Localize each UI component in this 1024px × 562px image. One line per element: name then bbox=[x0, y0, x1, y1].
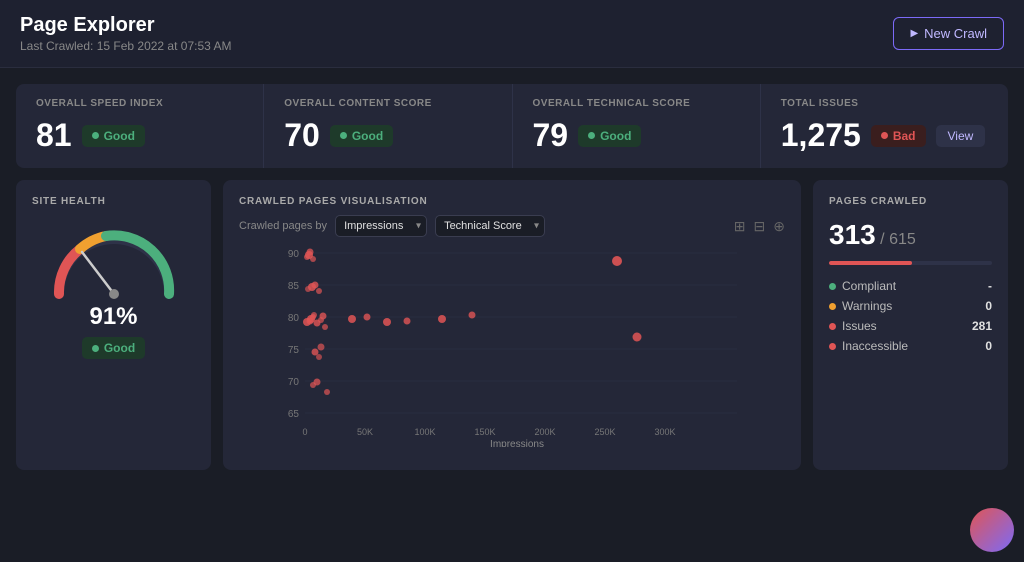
metric-technical-badge: Good bbox=[578, 125, 641, 147]
gauge-percent: 91% bbox=[89, 303, 137, 331]
metric-content-label: OVERALL CONTENT SCORE bbox=[284, 98, 491, 109]
metric-technical-label: OVERALL TECHNICAL SCORE bbox=[533, 98, 740, 109]
svg-text:80: 80 bbox=[288, 313, 300, 324]
metrics-row: OVERALL SPEED INDEX 81 Good OVERALL CONT… bbox=[16, 84, 1008, 168]
page-header: Page Explorer Last Crawled: 15 Feb 2022 … bbox=[0, 0, 1024, 68]
impressions-select-wrapper[interactable]: Impressions Clicks CTR bbox=[335, 215, 427, 237]
header-title-group: Page Explorer Last Crawled: 15 Feb 2022 … bbox=[20, 14, 231, 53]
vis-icon-group: ⊞ ⊟ ⊕ bbox=[734, 218, 785, 235]
bottom-row: SITE HEALTH 91% bbox=[16, 180, 1008, 470]
crawled-numbers: 313 / 615 bbox=[829, 219, 992, 251]
stat-inaccessible: Inaccessible 0 bbox=[829, 339, 992, 353]
svg-text:200K: 200K bbox=[534, 427, 555, 437]
inaccessible-label: Inaccessible bbox=[842, 339, 908, 353]
warnings-value: 0 bbox=[985, 299, 992, 313]
scatter-svg: 90 85 80 75 70 65 0 50K 100K 150K 200K bbox=[239, 237, 785, 447]
green-dot-icon bbox=[340, 132, 347, 139]
svg-text:65: 65 bbox=[288, 409, 300, 420]
metric-speed-badge: Good bbox=[82, 125, 145, 147]
stat-issues: Issues 281 bbox=[829, 319, 992, 333]
svg-text:Impressions: Impressions bbox=[490, 439, 544, 447]
compliant-dot-icon bbox=[829, 283, 836, 290]
svg-text:70: 70 bbox=[288, 377, 300, 388]
pages-crawled-card: PAGES CRAWLED 313 / 615 Compliant - Warn… bbox=[813, 180, 1008, 470]
new-crawl-button[interactable]: New Crawl bbox=[893, 17, 1004, 50]
compliant-label: Compliant bbox=[842, 279, 896, 293]
warnings-label: Warnings bbox=[842, 299, 892, 313]
metric-issues: TOTAL ISSUES 1,275 Bad View bbox=[761, 84, 1008, 168]
crawled-count: 313 bbox=[829, 219, 876, 250]
avatar[interactable] bbox=[970, 508, 1014, 552]
svg-text:300K: 300K bbox=[654, 427, 675, 437]
pages-crawled-title: PAGES CRAWLED bbox=[829, 196, 992, 207]
site-health-title: SITE HEALTH bbox=[32, 196, 195, 207]
grid-icon: ⊞ bbox=[734, 218, 746, 235]
gauge-svg bbox=[44, 219, 184, 304]
svg-text:100K: 100K bbox=[414, 427, 435, 437]
issues-view-button[interactable]: View bbox=[936, 125, 986, 147]
crawled-total: / 615 bbox=[880, 231, 916, 248]
site-health-badge: Good bbox=[82, 337, 145, 359]
compliant-value: - bbox=[988, 279, 992, 293]
metric-speed-label: OVERALL SPEED INDEX bbox=[36, 98, 243, 109]
metric-content: OVERALL CONTENT SCORE 70 Good bbox=[264, 84, 512, 168]
green-dot-icon bbox=[588, 132, 595, 139]
metric-content-value: 70 bbox=[284, 117, 320, 154]
site-health-card: SITE HEALTH 91% bbox=[16, 180, 211, 470]
metric-technical-value: 79 bbox=[533, 117, 569, 154]
svg-text:50K: 50K bbox=[357, 427, 373, 437]
metric-content-badge: Good bbox=[330, 125, 393, 147]
scatter-chart: 90 85 80 75 70 65 0 50K 100K 150K 200K bbox=[239, 237, 785, 447]
issues-dot-icon bbox=[829, 323, 836, 330]
gauge-chart bbox=[44, 219, 184, 299]
green-dot-icon bbox=[92, 345, 99, 352]
inaccessible-value: 0 bbox=[985, 339, 992, 353]
metric-issues-label: TOTAL ISSUES bbox=[781, 98, 988, 109]
svg-text:90: 90 bbox=[288, 249, 300, 260]
green-dot-icon bbox=[92, 132, 99, 139]
vis-title: CRAWLED PAGES VISUALISATION bbox=[239, 196, 427, 207]
crawl-progress-fill bbox=[829, 261, 912, 265]
metric-issues-value: 1,275 bbox=[781, 117, 861, 154]
metric-issues-badge: Bad bbox=[871, 125, 926, 147]
inaccessible-dot-icon bbox=[829, 343, 836, 350]
metric-technical: OVERALL TECHNICAL SCORE 79 Good bbox=[513, 84, 761, 168]
issues-value: 281 bbox=[972, 319, 992, 333]
warnings-dot-icon bbox=[829, 303, 836, 310]
impressions-select[interactable]: Impressions Clicks CTR bbox=[335, 215, 427, 237]
technical-score-select[interactable]: Technical Score Content Score Speed Inde… bbox=[435, 215, 545, 237]
crawled-by-label: Crawled pages by bbox=[239, 220, 327, 232]
visualisation-card: CRAWLED PAGES VISUALISATION Crawled page… bbox=[223, 180, 801, 470]
vis-controls: Crawled pages by Impressions Clicks CTR … bbox=[239, 215, 785, 237]
svg-text:150K: 150K bbox=[474, 427, 495, 437]
technical-score-select-wrapper[interactable]: Technical Score Content Score Speed Inde… bbox=[435, 215, 545, 237]
stat-compliant: Compliant - bbox=[829, 279, 992, 293]
last-crawled: Last Crawled: 15 Feb 2022 at 07:53 AM bbox=[20, 39, 231, 53]
svg-text:85: 85 bbox=[288, 281, 300, 292]
issues-label: Issues bbox=[842, 319, 877, 333]
metric-speed: OVERALL SPEED INDEX 81 Good bbox=[16, 84, 264, 168]
red-dot-icon bbox=[881, 132, 888, 139]
crawl-progress-bar bbox=[829, 261, 992, 265]
gauge-container: 91% Good bbox=[32, 219, 195, 359]
svg-text:0: 0 bbox=[302, 427, 307, 437]
page-title: Page Explorer bbox=[20, 14, 231, 37]
download-icon: ⊕ bbox=[773, 218, 785, 235]
stat-warnings: Warnings 0 bbox=[829, 299, 992, 313]
metric-speed-value: 81 bbox=[36, 117, 72, 154]
svg-text:250K: 250K bbox=[594, 427, 615, 437]
stat-rows: Compliant - Warnings 0 Issues 281 bbox=[829, 279, 992, 353]
table-icon: ⊟ bbox=[754, 218, 766, 235]
vis-header: CRAWLED PAGES VISUALISATION bbox=[239, 196, 785, 207]
svg-text:75: 75 bbox=[288, 345, 300, 356]
